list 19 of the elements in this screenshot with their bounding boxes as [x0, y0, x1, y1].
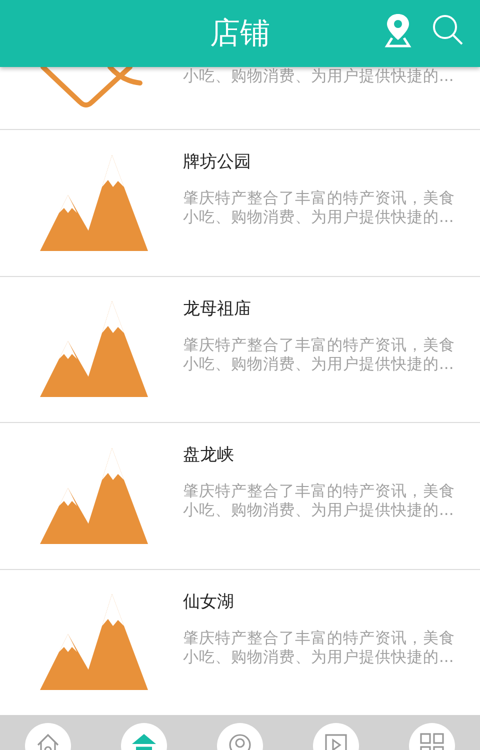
page-title: 店铺: [210, 15, 270, 53]
mountain-icon: [40, 592, 150, 692]
item-title: 盘龙峡: [183, 444, 235, 466]
item-title: 龙母祖庙: [183, 298, 252, 320]
mountain-icon: [40, 446, 150, 546]
item-description: 肇庆特产整合了丰富的特产资讯，美食小吃、购物消费、为用户提供快捷的...: [183, 336, 456, 374]
item-description: 肇庆特产整合了丰富的特产资讯，美食小吃、购物消费、为用户提供快捷的...: [183, 628, 456, 666]
item-description: 肇庆特产整合了丰富的特产资讯，美食小吃、购物消费、为用户提供快捷的...: [183, 189, 456, 227]
list-item[interactable]: 盘龙峡 肇庆特产整合了丰富的特产资讯，美食小吃、购物消费、为用户提供快捷的...: [0, 423, 480, 570]
map-pin-icon[interactable]: [384, 12, 412, 48]
list-item[interactable]: 龙母祖庙 肇庆特产整合了丰富的特产资讯，美食小吃、购物消费、为用户提供快捷的...: [0, 276, 480, 423]
item-title: 牌坊公园: [183, 151, 252, 173]
mountain-icon: [40, 152, 150, 253]
item-description: 肇庆特产整合了丰富的特产资讯，美食小吃、购物消费、为用户提供快捷的...: [183, 482, 456, 520]
search-icon[interactable]: [432, 14, 464, 46]
list-item[interactable]: 牌坊公园 肇庆特产整合了丰富的特产资讯，美食小吃、购物消费、为用户提供快捷的...: [0, 130, 480, 276]
item-description: 小吃、购物消费、为用户提供快捷的...: [183, 67, 455, 86]
mountain-icon: [40, 299, 150, 400]
item-title: 仙女湖: [183, 590, 235, 612]
